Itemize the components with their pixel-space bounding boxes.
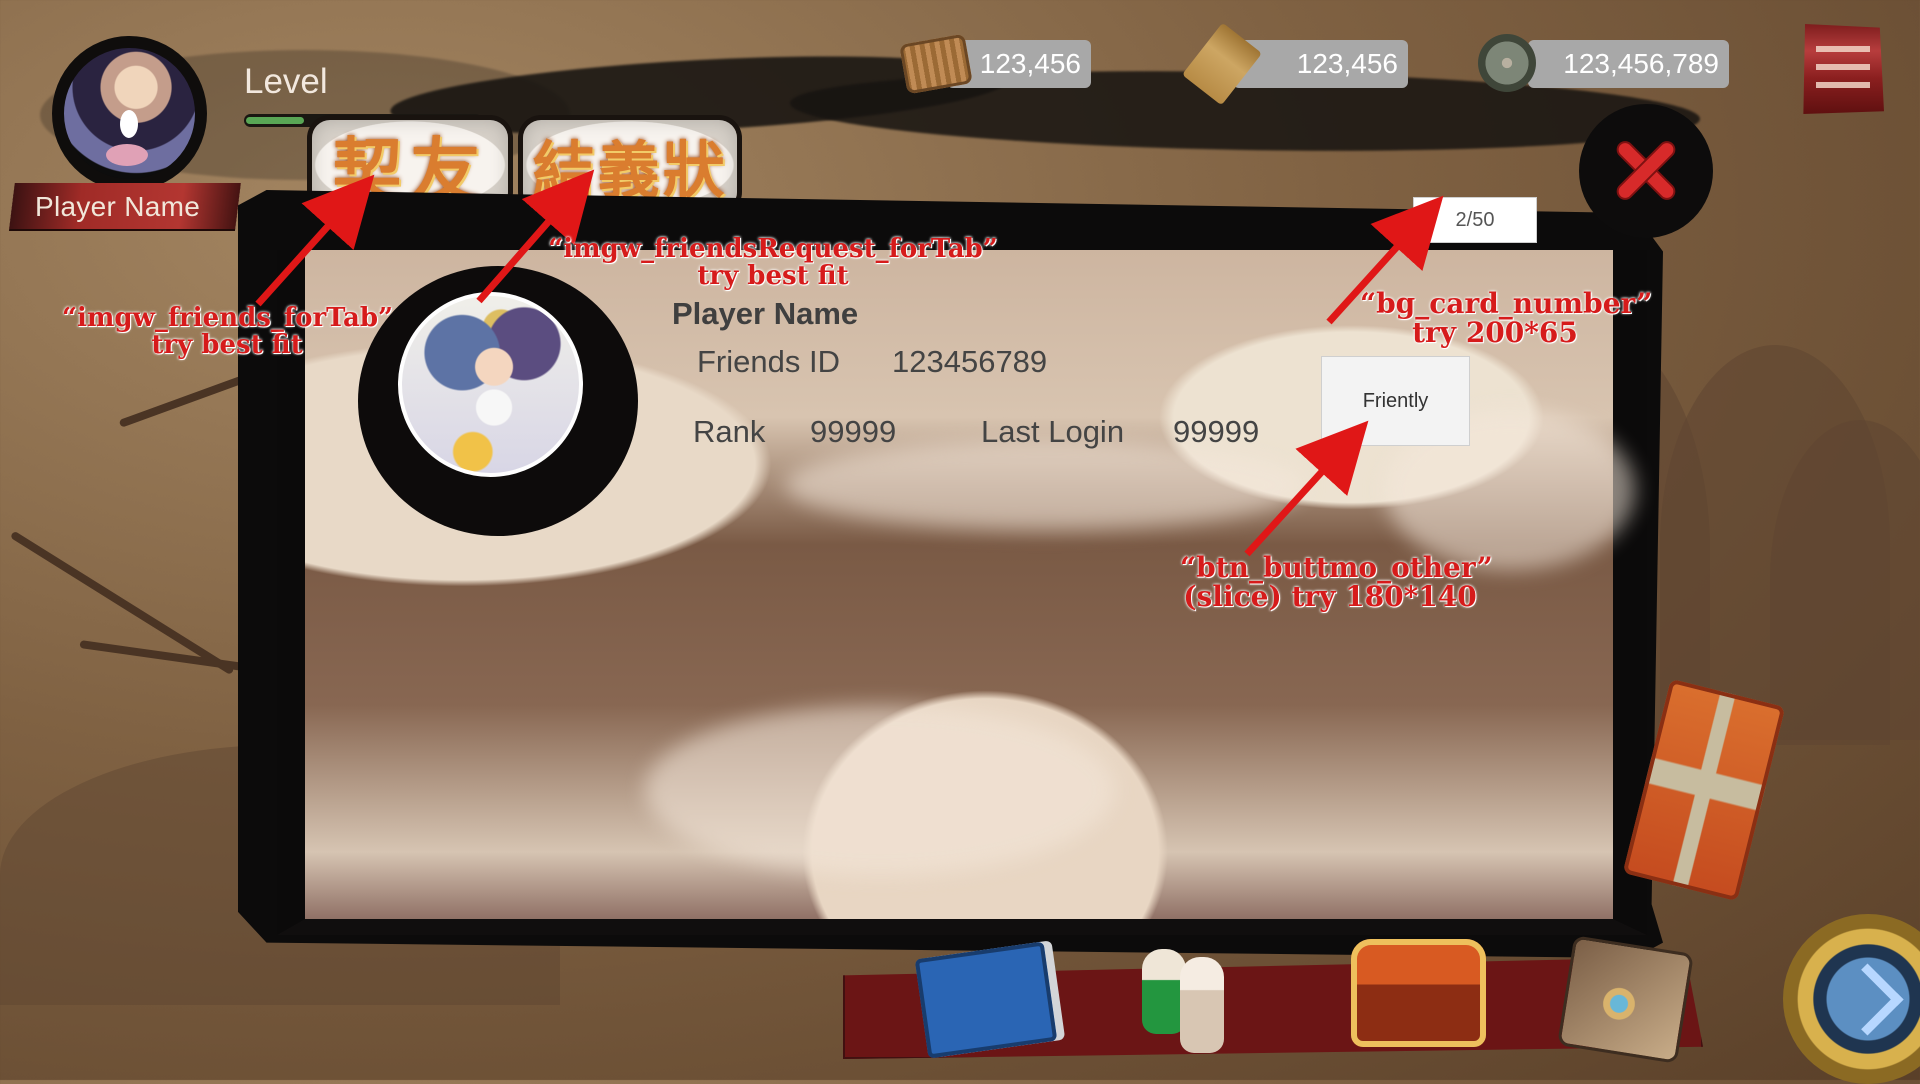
- level-label: Level: [244, 62, 328, 101]
- annotation-friends-tab-line1: “imgw_friends_forTab”: [62, 303, 393, 333]
- annotation-request-tab: “imgw_friendsRequest_forTab” try best fi…: [548, 234, 998, 292]
- rank-label: Rank: [693, 414, 766, 449]
- friends-id-value: 123456789: [892, 344, 1048, 379]
- annotation-request-tab-line1: “imgw_friendsRequest_forTab”: [548, 234, 998, 264]
- close-button[interactable]: [1603, 127, 1689, 213]
- last-login-label: Last Login: [981, 414, 1125, 449]
- rank-value: 99999: [810, 414, 897, 449]
- friends-icon[interactable]: [1132, 935, 1242, 1053]
- jade-coin-resource: 123,456,789: [1478, 34, 1729, 92]
- panel-fog: [785, 440, 1305, 530]
- annotation-friend-action: “btn_buttmo_other” (slice) try 180*140: [1180, 551, 1493, 614]
- scroll-resource-value: 123,456: [979, 48, 1081, 79]
- annotation-friend-action-line1: “btn_buttmo_other”: [1180, 551, 1493, 584]
- scroll-icon: [899, 33, 973, 95]
- menu-icon: [1816, 38, 1870, 100]
- annotation-card-number-line1: “bg_card_number”: [1360, 287, 1653, 320]
- friend-action-button[interactable]: Friently: [1321, 356, 1470, 446]
- annotation-card-number: “bg_card_number” try 200*65: [1360, 287, 1653, 350]
- player-name: Player Name: [35, 191, 201, 222]
- scroll-resource: 123,456: [899, 33, 1091, 95]
- friend-name: Player Name: [672, 296, 859, 331]
- panel-fog: [645, 705, 1115, 875]
- last-login-value: 99999: [1173, 414, 1260, 449]
- annotation-card-number-line2: try 200*65: [1412, 316, 1578, 350]
- jade-coin-icon: [1478, 34, 1536, 92]
- level-progress-fill: [246, 117, 304, 124]
- plank-resource-value: 123,456: [1296, 48, 1398, 79]
- friend-avatar: [398, 292, 583, 477]
- annotation-request-tab-line2: try best fit: [697, 261, 849, 292]
- cards-icon[interactable]: [1560, 938, 1691, 1061]
- chest-icon[interactable]: [1351, 939, 1486, 1047]
- book-icon[interactable]: [914, 941, 1058, 1059]
- jade-coin-resource-value: 123,456,789: [1563, 48, 1719, 79]
- annotation-friend-action-line2: (slice) try 180*140: [1183, 580, 1477, 614]
- friends-id-label: Friends ID: [697, 344, 840, 379]
- card-number-counter: 2/50: [1413, 197, 1537, 243]
- annotation-friends-tab: “imgw_friends_forTab” try best fit: [62, 303, 393, 361]
- plank-resource: 123,456: [1181, 22, 1408, 106]
- annotation-friends-tab-line2: try best fit: [151, 330, 303, 361]
- player-avatar: [52, 36, 207, 191]
